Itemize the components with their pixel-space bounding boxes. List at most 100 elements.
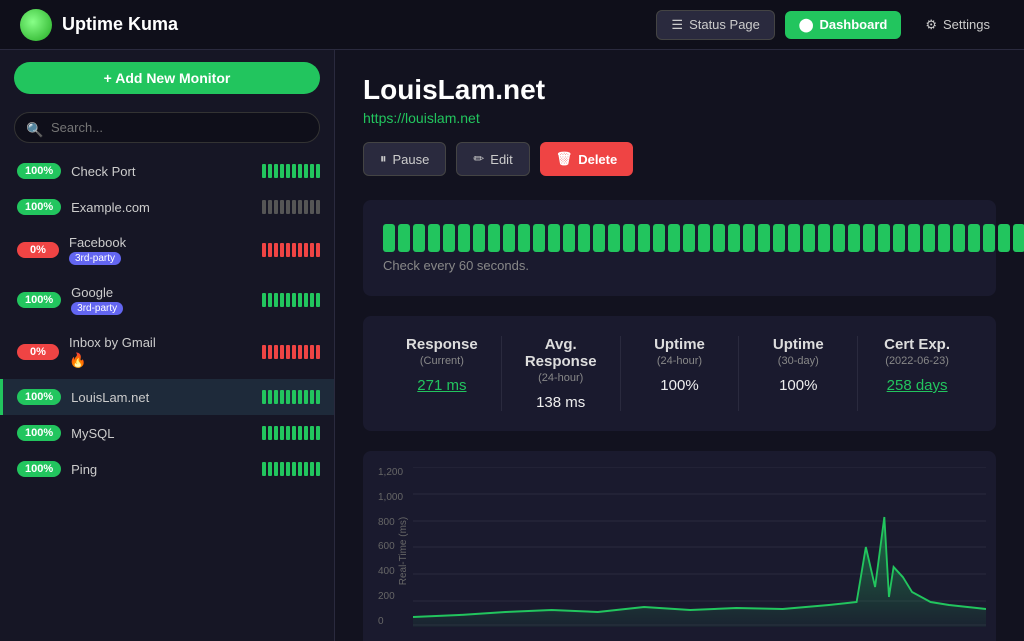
monitor-label: Inbox by Gmail [69, 335, 262, 350]
uptime-bar [668, 224, 680, 252]
uptime-bar [653, 224, 665, 252]
y-label-0: 0 [378, 616, 403, 627]
bar [262, 200, 266, 214]
bar [310, 200, 314, 214]
sidebar-top: + Add New Monitor [0, 50, 334, 106]
app-name: Uptime Kuma [62, 14, 178, 35]
bar [304, 345, 308, 359]
monitor-name: Google 3rd-party [71, 285, 262, 315]
bar [268, 243, 272, 257]
gear-icon: ⚙ [925, 17, 937, 33]
stat-sub: (24-hour) [512, 372, 610, 384]
bar [262, 390, 266, 404]
uptime-bar [938, 224, 950, 252]
monitor-label: MySQL [71, 426, 262, 441]
monitor-bars [262, 390, 320, 404]
dashboard-button[interactable]: ⬤ Dashboard [785, 11, 901, 39]
edit-button[interactable]: ✏ Edit [456, 142, 529, 176]
uptime-bar [953, 224, 965, 252]
uptime-bar [983, 224, 995, 252]
bar [310, 426, 314, 440]
trash-icon: 🗑 [556, 151, 573, 167]
stat-item: Uptime (24-hour) 100% [621, 336, 740, 411]
sidebar: + Add New Monitor 🔍 100% Check Port 100%… [0, 50, 335, 641]
sidebar-item-inbox-by-gmail[interactable]: 0% Inbox by Gmail 🔥 [0, 325, 334, 379]
status-section: Check every 60 seconds. Up [363, 200, 996, 296]
add-monitor-button[interactable]: + Add New Monitor [14, 62, 320, 94]
sidebar-item-example-com[interactable]: 100% Example.com [0, 189, 334, 225]
sidebar-item-ping[interactable]: 100% Ping [0, 451, 334, 487]
monitor-bars [262, 164, 320, 178]
uptime-bar [728, 224, 740, 252]
monitor-label: Ping [71, 462, 262, 477]
bar [310, 462, 314, 476]
monitor-url[interactable]: https://louislam.net [363, 110, 996, 126]
bar [274, 200, 278, 214]
sidebar-item-louislam-net[interactable]: 100% LouisLam.net [0, 379, 334, 415]
uptime-bar [623, 224, 635, 252]
bar [286, 426, 290, 440]
bar [304, 200, 308, 214]
bar [274, 345, 278, 359]
uptime-bar [503, 224, 515, 252]
search-icon: 🔍 [26, 121, 43, 138]
pause-button[interactable]: ⏸ Pause [363, 142, 446, 176]
action-buttons: ⏸ Pause ✏ Edit 🗑 Delete [363, 142, 996, 176]
uptime-bar [818, 224, 830, 252]
bar [292, 462, 296, 476]
monitor-bars [262, 462, 320, 476]
uptime-bar [578, 224, 590, 252]
sidebar-item-check-port[interactable]: 100% Check Port [0, 153, 334, 189]
stat-item: Avg. Response (24-hour) 138 ms [502, 336, 621, 411]
uptime-bar [548, 224, 560, 252]
monitor-bars [262, 293, 320, 307]
status-page-button[interactable]: ☰ Status Page [656, 10, 774, 40]
monitor-name: Check Port [71, 164, 262, 179]
bar [304, 293, 308, 307]
bar [280, 164, 284, 178]
stat-label: Avg. Response [512, 336, 610, 370]
main-content: LouisLam.net https://louislam.net ⏸ Paus… [335, 50, 1024, 641]
uptime-bar [833, 224, 845, 252]
bar [274, 462, 278, 476]
bar [280, 345, 284, 359]
bar [280, 243, 284, 257]
stat-sub: (Current) [393, 355, 491, 367]
monitor-name: Inbox by Gmail 🔥 [69, 335, 262, 369]
bar [286, 390, 290, 404]
app-logo [20, 9, 52, 41]
bar [304, 243, 308, 257]
stat-value[interactable]: 258 days [887, 377, 948, 394]
bar [304, 164, 308, 178]
monitor-name: LouisLam.net [71, 390, 262, 405]
sidebar-item-facebook[interactable]: 0% Facebook 3rd-party [0, 225, 334, 275]
uptime-bar [458, 224, 470, 252]
main-layout: + Add New Monitor 🔍 100% Check Port 100%… [0, 50, 1024, 641]
stat-value[interactable]: 271 ms [417, 377, 466, 394]
monitor-label: Check Port [71, 164, 262, 179]
status-badge: 0% [17, 344, 59, 360]
monitor-name: Example.com [71, 200, 262, 215]
bar [292, 293, 296, 307]
bar [262, 164, 266, 178]
search-input[interactable] [14, 112, 320, 143]
monitor-list: 100% Check Port 100% Example.com 0% Face… [0, 153, 334, 641]
bar [298, 293, 302, 307]
y-label-600: 600 [378, 541, 403, 552]
sidebar-item-mysql[interactable]: 100% MySQL [0, 415, 334, 451]
uptime-bar [968, 224, 980, 252]
delete-button[interactable]: 🗑 Delete [540, 142, 634, 176]
uptime-bar [428, 224, 440, 252]
settings-button[interactable]: ⚙ Settings [911, 11, 1004, 39]
bar [316, 200, 320, 214]
uptime-bar [998, 224, 1010, 252]
monitor-title: LouisLam.net [363, 74, 996, 106]
uptime-bar [788, 224, 800, 252]
bar [304, 390, 308, 404]
sidebar-item-google[interactable]: 100% Google 3rd-party [0, 275, 334, 325]
status-badge: 100% [17, 425, 61, 441]
bar [316, 164, 320, 178]
y-label-1000: 1,000 [378, 492, 403, 503]
y-label-400: 400 [378, 566, 403, 577]
bar [292, 200, 296, 214]
